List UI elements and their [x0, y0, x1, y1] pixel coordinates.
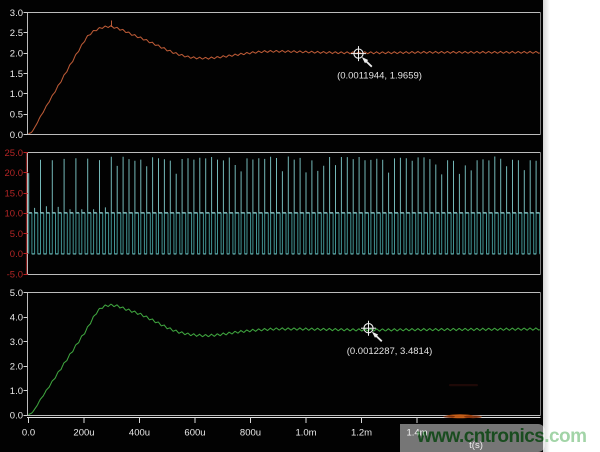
svg-text:0.0: 0.0	[10, 410, 23, 421]
svg-text:2.5: 2.5	[10, 28, 23, 39]
svg-text:2.0: 2.0	[10, 49, 23, 60]
svg-text:3.0: 3.0	[10, 337, 23, 348]
svg-text:-5.0: -5.0	[7, 269, 23, 280]
svg-text:25.0: 25.0	[5, 148, 24, 159]
svg-text:4.0: 4.0	[10, 312, 23, 323]
svg-text:3.0: 3.0	[10, 8, 23, 19]
svg-text:0.0: 0.0	[22, 428, 35, 439]
svg-text:2.0: 2.0	[10, 361, 23, 372]
svg-text:0.0: 0.0	[10, 130, 23, 141]
svg-text:20.0: 20.0	[5, 168, 24, 179]
svg-text:15.0: 15.0	[5, 188, 24, 199]
svg-text:1.2m: 1.2m	[351, 428, 372, 439]
svg-text:600u: 600u	[184, 428, 205, 439]
svg-text:(0.0011944, 1.9659): (0.0011944, 1.9659)	[337, 71, 422, 82]
svg-text:(0.0012287, 3.4814): (0.0012287, 3.4814)	[347, 346, 433, 357]
svg-text:5.0: 5.0	[10, 229, 23, 240]
svg-text:0.5: 0.5	[10, 110, 23, 121]
svg-text:400u: 400u	[129, 428, 150, 439]
svg-text:10.0: 10.0	[5, 209, 24, 220]
svg-text:800u: 800u	[240, 428, 261, 439]
svg-text:0.0: 0.0	[10, 249, 23, 260]
svg-text:1.5: 1.5	[10, 69, 23, 80]
svg-text:1.0: 1.0	[10, 386, 23, 397]
svg-text:1.0m: 1.0m	[295, 428, 316, 439]
svg-text:1.0: 1.0	[10, 89, 23, 100]
svg-text:200u: 200u	[73, 428, 94, 439]
svg-text:5.0: 5.0	[10, 288, 23, 299]
